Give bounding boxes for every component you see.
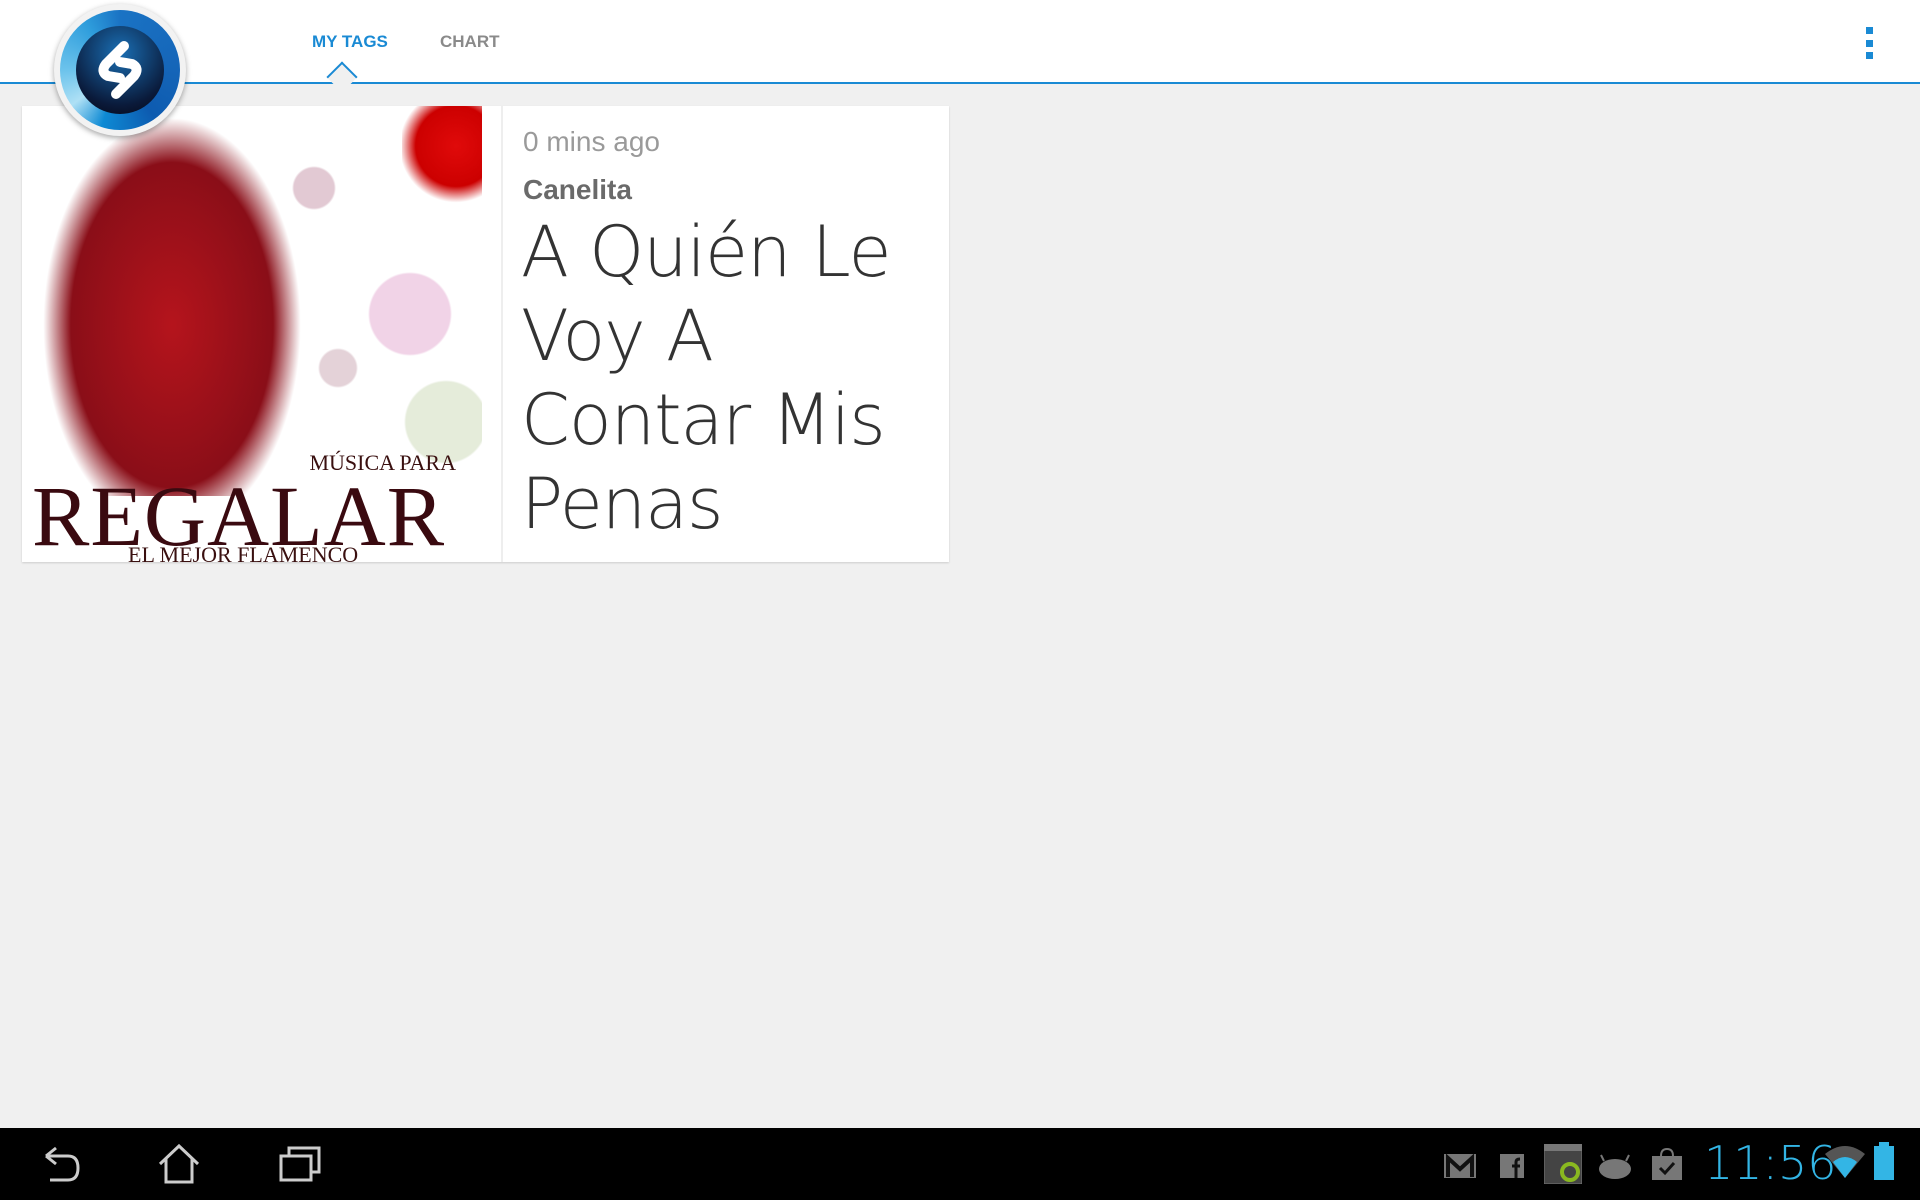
tag-info: 0 mins ago Canelita A Quién Le Voy A Con… bbox=[501, 106, 949, 562]
tab-indicator bbox=[326, 61, 358, 93]
back-icon[interactable] bbox=[38, 1142, 84, 1186]
battery-icon[interactable] bbox=[1873, 1142, 1895, 1180]
home-icon[interactable] bbox=[156, 1142, 202, 1186]
tag-title: A Quién Le Voy A Contar Mis Penas bbox=[521, 211, 892, 545]
tag-time: 0 mins ago bbox=[523, 126, 660, 157]
album-art-text: EL MEJOR FLAMENCO bbox=[128, 542, 359, 562]
clock[interactable]: 11:56 bbox=[1704, 1136, 1837, 1190]
play-store-icon[interactable] bbox=[1652, 1148, 1682, 1180]
wifi-icon[interactable] bbox=[1825, 1144, 1865, 1178]
system-navigation-bar: 11:56 bbox=[0, 1128, 1920, 1200]
album-art: MÚSICA PARA REGALAR EL MEJOR FLAMENCO bbox=[22, 106, 482, 562]
shazam-logo-icon[interactable] bbox=[54, 4, 186, 136]
tag-card[interactable]: MÚSICA PARA REGALAR EL MEJOR FLAMENCO 0 … bbox=[22, 106, 949, 562]
facebook-icon[interactable] bbox=[1500, 1152, 1524, 1180]
sync-app-icon[interactable] bbox=[1544, 1144, 1582, 1184]
gmail-icon[interactable] bbox=[1443, 1152, 1477, 1180]
tab-chart[interactable]: CHART bbox=[440, 32, 500, 52]
android-icon[interactable] bbox=[1598, 1152, 1632, 1180]
overflow-menu-icon[interactable] bbox=[1866, 27, 1876, 59]
action-bar: MY TAGS CHART bbox=[0, 0, 1920, 93]
tab-my-tags[interactable]: MY TAGS bbox=[312, 32, 388, 52]
tag-artist: Canelita bbox=[523, 174, 632, 205]
recent-apps-icon[interactable] bbox=[277, 1142, 323, 1186]
